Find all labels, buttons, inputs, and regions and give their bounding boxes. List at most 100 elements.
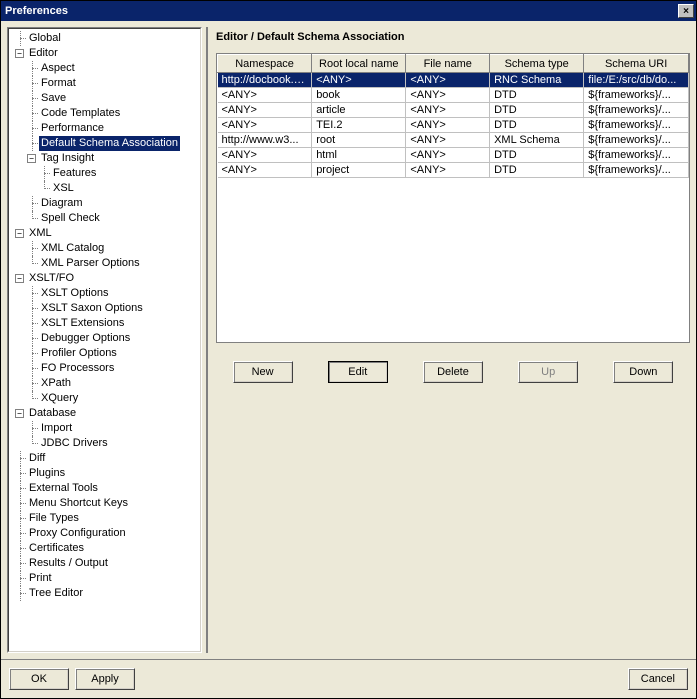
table-cell: html	[312, 148, 406, 163]
col-schema-uri[interactable]: Schema URI	[584, 55, 689, 73]
bottom-bar: OK Apply Cancel	[1, 659, 696, 698]
tree-scroll[interactable]: Global −Editor Aspect Format Save Code T…	[8, 28, 201, 652]
tree-item-code-templates[interactable]: Code Templates	[39, 106, 122, 121]
table-cell: ${frameworks}/...	[584, 118, 689, 133]
tree-item-xslt-ext[interactable]: XSLT Extensions	[39, 316, 126, 331]
tree-item-xsl[interactable]: XSL	[51, 181, 76, 196]
table-button-row: New Edit Delete Up Down	[216, 343, 690, 401]
new-button[interactable]: New	[233, 361, 293, 383]
tree-item-certificates[interactable]: Certificates	[27, 541, 86, 556]
tree-item-save[interactable]: Save	[39, 91, 68, 106]
tree-item-file-types[interactable]: File Types	[27, 511, 81, 526]
tree-item-aspect[interactable]: Aspect	[39, 61, 77, 76]
tree-item-tag-insight[interactable]: Tag Insight	[39, 151, 96, 166]
table-row[interactable]: <ANY>html<ANY>DTD${frameworks}/...	[218, 148, 689, 163]
right-panel: Editor / Default Schema Association Name…	[206, 27, 690, 653]
tree-item-import[interactable]: Import	[39, 421, 74, 436]
table-row[interactable]: <ANY>article<ANY>DTD${frameworks}/...	[218, 103, 689, 118]
apply-button[interactable]: Apply	[75, 668, 135, 690]
table-cell: XML Schema	[490, 133, 584, 148]
tree-item-xquery[interactable]: XQuery	[39, 391, 80, 406]
table-row[interactable]: <ANY>TEI.2<ANY>DTD${frameworks}/...	[218, 118, 689, 133]
tree-item-debugger[interactable]: Debugger Options	[39, 331, 132, 346]
table-cell: http://docbook.o...	[218, 73, 312, 88]
collapse-icon[interactable]: −	[15, 49, 24, 58]
table-header-row: Namespace Root local name File name Sche…	[218, 55, 689, 73]
table-cell: DTD	[490, 88, 584, 103]
col-root[interactable]: Root local name	[312, 55, 406, 73]
table-cell: <ANY>	[406, 118, 490, 133]
table-cell: ${frameworks}/...	[584, 163, 689, 178]
close-icon[interactable]: ×	[678, 4, 694, 18]
table-cell: project	[312, 163, 406, 178]
tree-item-plugins[interactable]: Plugins	[27, 466, 67, 481]
col-schema-type[interactable]: Schema type	[490, 55, 584, 73]
collapse-icon[interactable]: −	[15, 229, 24, 238]
tree-item-xml-catalog[interactable]: XML Catalog	[39, 241, 106, 256]
panel-title: Editor / Default Schema Association	[216, 27, 690, 53]
table-row[interactable]: http://docbook.o...<ANY><ANY>RNC Schemaf…	[218, 73, 689, 88]
col-filename[interactable]: File name	[406, 55, 490, 73]
main-area: Global −Editor Aspect Format Save Code T…	[1, 21, 696, 659]
cancel-button[interactable]: Cancel	[628, 668, 688, 690]
table-cell: <ANY>	[218, 118, 312, 133]
table-cell: http://www.w3...	[218, 133, 312, 148]
titlebar: Preferences ×	[1, 1, 696, 21]
table-cell: <ANY>	[218, 148, 312, 163]
tree-item-profiler[interactable]: Profiler Options	[39, 346, 119, 361]
table-cell: ${frameworks}/...	[584, 88, 689, 103]
tree-item-xml-parser[interactable]: XML Parser Options	[39, 256, 142, 271]
tree-item-xml[interactable]: XML	[27, 226, 54, 241]
tree-item-default-schema[interactable]: Default Schema Association	[39, 136, 180, 151]
window-title: Preferences	[5, 5, 68, 17]
tree-item-global[interactable]: Global	[27, 31, 63, 46]
tree-item-diff[interactable]: Diff	[27, 451, 47, 466]
delete-button[interactable]: Delete	[423, 361, 483, 383]
preferences-window: Preferences × Global −Editor Aspect Form…	[0, 0, 697, 699]
tree-item-database[interactable]: Database	[27, 406, 78, 421]
tree-item-proxy[interactable]: Proxy Configuration	[27, 526, 128, 541]
table-row[interactable]: <ANY>project<ANY>DTD${frameworks}/...	[218, 163, 689, 178]
tree-item-spell-check[interactable]: Spell Check	[39, 211, 102, 226]
tree-item-external-tools[interactable]: External Tools	[27, 481, 100, 496]
schema-table-container: Namespace Root local name File name Sche…	[216, 53, 690, 343]
table-cell: DTD	[490, 163, 584, 178]
tree-item-jdbc[interactable]: JDBC Drivers	[39, 436, 110, 451]
tree-item-fo-proc[interactable]: FO Processors	[39, 361, 116, 376]
col-namespace[interactable]: Namespace	[218, 55, 312, 73]
table-cell: ${frameworks}/...	[584, 133, 689, 148]
tree-item-tree-editor[interactable]: Tree Editor	[27, 586, 85, 601]
collapse-icon[interactable]: −	[27, 154, 36, 163]
ok-button[interactable]: OK	[9, 668, 69, 690]
table-cell: <ANY>	[406, 148, 490, 163]
table-scroll[interactable]: Namespace Root local name File name Sche…	[217, 54, 689, 342]
table-cell: <ANY>	[218, 88, 312, 103]
table-cell: RNC Schema	[490, 73, 584, 88]
edit-button[interactable]: Edit	[328, 361, 388, 383]
tree-item-xpath[interactable]: XPath	[39, 376, 73, 391]
tree-item-xsltfo[interactable]: XSLT/FO	[27, 271, 76, 286]
table-row[interactable]: <ANY>book<ANY>DTD${frameworks}/...	[218, 88, 689, 103]
down-button[interactable]: Down	[613, 361, 673, 383]
table-row[interactable]: http://www.w3...root<ANY>XML Schema${fra…	[218, 133, 689, 148]
table-cell: TEI.2	[312, 118, 406, 133]
tree-item-results[interactable]: Results / Output	[27, 556, 110, 571]
collapse-icon[interactable]: −	[15, 409, 24, 418]
table-cell: article	[312, 103, 406, 118]
tree-item-print[interactable]: Print	[27, 571, 54, 586]
table-cell: DTD	[490, 148, 584, 163]
up-button[interactable]: Up	[518, 361, 578, 383]
tree-item-editor[interactable]: Editor	[27, 46, 60, 61]
table-cell: root	[312, 133, 406, 148]
tree-item-xslt-options[interactable]: XSLT Options	[39, 286, 110, 301]
tree-item-features[interactable]: Features	[51, 166, 98, 181]
tree-item-performance[interactable]: Performance	[39, 121, 106, 136]
collapse-icon[interactable]: −	[15, 274, 24, 283]
tree-item-xslt-saxon[interactable]: XSLT Saxon Options	[39, 301, 145, 316]
tree-item-format[interactable]: Format	[39, 76, 78, 91]
bottom-right: Cancel	[628, 668, 688, 690]
table-cell: <ANY>	[218, 103, 312, 118]
tree-item-menu-shortcut[interactable]: Menu Shortcut Keys	[27, 496, 130, 511]
tree-item-diagram[interactable]: Diagram	[39, 196, 85, 211]
content-area: Global −Editor Aspect Format Save Code T…	[1, 21, 696, 698]
